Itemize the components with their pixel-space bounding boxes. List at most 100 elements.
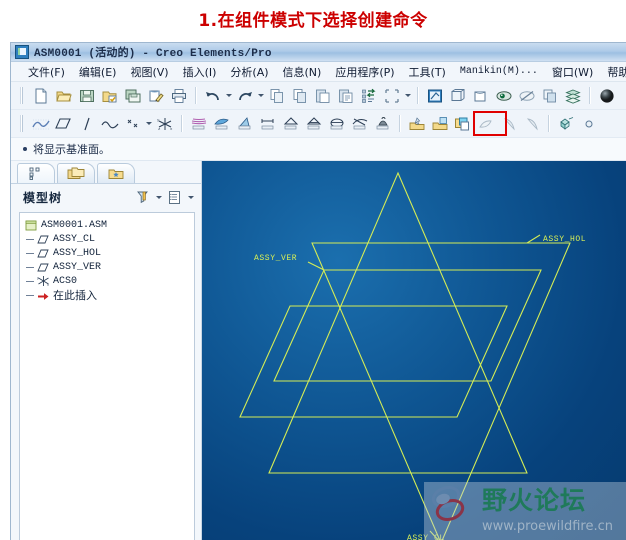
tree-item-insert-here[interactable]: 在此插入 <box>24 288 194 302</box>
tree-indent <box>24 288 36 302</box>
menu-window[interactable]: 窗口(W) <box>545 64 600 80</box>
tree-item-acs0[interactable]: y x ACS0 <box>24 274 194 288</box>
svg-text:z: z <box>158 128 161 132</box>
menu-insert[interactable]: 插入(I) <box>176 64 224 80</box>
create-component-button[interactable] <box>452 113 473 134</box>
new-button[interactable] <box>30 85 51 106</box>
drag-component2-button[interactable] <box>521 113 542 134</box>
spin-center-button[interactable] <box>493 85 514 106</box>
copy-special-button[interactable] <box>289 85 310 106</box>
message-text: 将显示基准面。 <box>33 143 110 156</box>
copy-button[interactable] <box>266 85 287 106</box>
annotation-caption: 1.在组件模式下选择创建命令 <box>198 11 428 31</box>
tree-settings-chevron-down-icon[interactable] <box>186 187 195 208</box>
explode-view-button[interactable] <box>555 113 576 134</box>
watermark-url: www.proewildfire.cn <box>482 519 613 534</box>
measure-curve-button[interactable] <box>188 113 209 134</box>
menubar: 文件(F) 编辑(E) 视图(V) 插入(I) 分析(A) 信息(N) 应用程序… <box>11 62 626 82</box>
leader-assy-hol <box>526 234 541 244</box>
include-component-button[interactable] <box>429 113 450 134</box>
tree-indent <box>24 260 36 274</box>
datum-off-button[interactable] <box>516 85 537 106</box>
tree-item-assy-cl[interactable]: ASSY_CL <box>24 232 194 246</box>
tree-settings-button[interactable] <box>164 187 185 208</box>
pattern-component-button[interactable] <box>475 113 496 134</box>
zoom-in-button[interactable] <box>447 85 468 106</box>
layers-button[interactable] <box>562 85 583 106</box>
tab-folder-browser[interactable] <box>57 163 95 183</box>
print-button[interactable] <box>168 85 189 106</box>
toolbar2-separator <box>181 115 182 132</box>
watermark-brand: 野火论坛 <box>482 486 587 515</box>
save-button[interactable] <box>76 85 97 106</box>
toolbar2-separator-3 <box>548 115 549 132</box>
datum-plane-button[interactable] <box>53 113 74 134</box>
undo-button[interactable] <box>202 85 223 106</box>
measure-length-button[interactable] <box>326 113 347 134</box>
drag-component-button[interactable] <box>498 113 519 134</box>
tree-item-assembly[interactable]: ASM0001.ASM <box>24 218 194 232</box>
menu-applications[interactable]: 应用程序(P) <box>328 64 401 80</box>
menu-view[interactable]: 视图(V) <box>123 64 175 80</box>
datum-axis-button[interactable] <box>76 113 97 134</box>
toolbar-separator-2 <box>417 87 418 104</box>
model-tree[interactable]: ASM0001.ASM ASSY_CL ASSY_HOL ASSY_VER y … <box>19 212 195 540</box>
menu-manikin[interactable]: Manikin(M)... <box>453 66 545 77</box>
refit-button[interactable] <box>470 85 491 106</box>
repaint-button[interactable] <box>424 85 445 106</box>
measure-transform-button[interactable] <box>349 113 370 134</box>
datum-point-dropdown-chevron-down-icon[interactable] <box>144 113 153 134</box>
menu-edit[interactable]: 编辑(E) <box>72 64 124 80</box>
redo-button[interactable] <box>234 85 255 106</box>
toolbar2-grip[interactable] <box>20 115 24 132</box>
sketch-button[interactable] <box>99 113 120 134</box>
coordinate-system-button[interactable]: y x z <box>154 113 175 134</box>
menu-analysis[interactable]: 分析(A) <box>223 64 275 80</box>
measure-area-button[interactable] <box>234 113 255 134</box>
regenerate-button[interactable] <box>358 85 379 106</box>
select-button[interactable] <box>381 85 402 106</box>
creo-application-window: ASM0001 (活动的) - Creo Elements/Pro 文件(F) … <box>10 42 626 540</box>
paste-special-button[interactable] <box>335 85 356 106</box>
menu-tools[interactable]: 工具(T) <box>402 64 453 80</box>
save-a-copy-button[interactable] <box>99 85 120 106</box>
backup-button[interactable] <box>122 85 143 106</box>
layer-button[interactable] <box>539 85 560 106</box>
bubble-button[interactable] <box>578 113 599 134</box>
window-title: ASM0001 (活动的) - Creo Elements/Pro <box>34 48 272 60</box>
menu-info[interactable]: 信息(N) <box>276 64 329 80</box>
measure-diameter-button[interactable] <box>303 113 324 134</box>
tab-favorites[interactable] <box>97 163 135 183</box>
menu-help[interactable]: 帮助(H) <box>600 64 626 80</box>
tree-item-label: ASM0001.ASM <box>41 219 108 231</box>
menu-file[interactable]: 文件(F) <box>21 64 72 80</box>
graphics-viewport[interactable]: ASSY_VER ASSY_HOL ASSY_CL 野火论坛 www.proew… <box>202 161 626 540</box>
toolbar-datum-assembly: y x z <box>11 110 626 138</box>
watermark-logo-icon <box>431 486 465 521</box>
creo-assembly-icon <box>15 45 29 59</box>
measure-surface-button[interactable] <box>211 113 232 134</box>
tree-item-assy-hol[interactable]: ASSY_HOL <box>24 246 194 260</box>
undo-dropdown-chevron-down-icon[interactable] <box>224 85 233 106</box>
datum-curve-button[interactable] <box>30 113 51 134</box>
measure-distance-button[interactable] <box>257 113 278 134</box>
edit-button[interactable] <box>145 85 166 106</box>
display-style-button[interactable] <box>596 85 617 106</box>
assemble-component-button[interactable] <box>406 113 427 134</box>
select-dropdown-chevron-down-icon[interactable] <box>403 85 412 106</box>
tab-model-tree[interactable] <box>17 163 55 183</box>
model-tree-icon <box>29 167 40 180</box>
toolbar-grip[interactable] <box>20 87 24 104</box>
insert-here-arrow-icon <box>36 288 50 302</box>
tree-filter-chevron-down-icon[interactable] <box>154 187 163 208</box>
redo-dropdown-chevron-down-icon[interactable] <box>256 85 265 106</box>
mass-properties-button[interactable] <box>372 113 393 134</box>
paste-button[interactable] <box>312 85 333 106</box>
measure-angle-button[interactable] <box>280 113 301 134</box>
toolbar-separator <box>195 87 196 104</box>
datum-plane-assy-hol-triangle <box>268 171 528 474</box>
tree-filter-button[interactable] <box>132 187 153 208</box>
open-button[interactable] <box>53 85 74 106</box>
tree-item-assy-ver[interactable]: ASSY_VER <box>24 260 194 274</box>
datum-point-button[interactable] <box>122 113 143 134</box>
